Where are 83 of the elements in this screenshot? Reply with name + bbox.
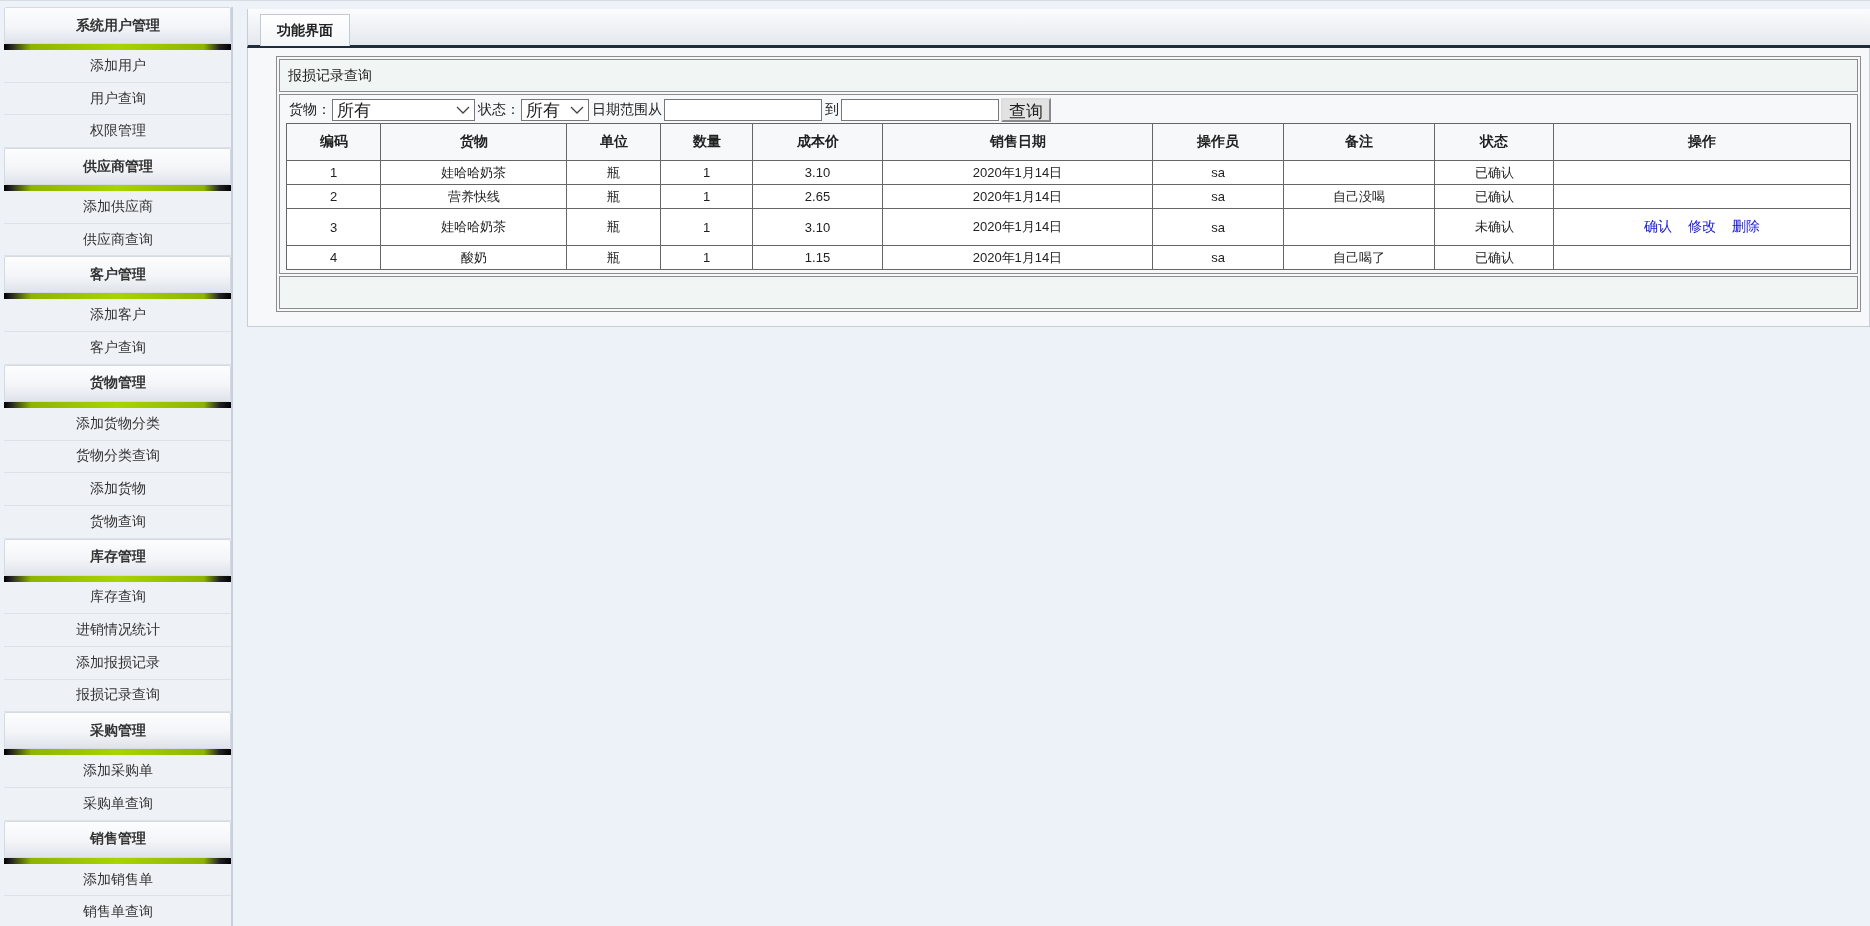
table-cell: 3.10 <box>752 208 883 246</box>
action-link[interactable]: 删除 <box>1732 218 1760 236</box>
filter-label: 货物： <box>289 101 331 119</box>
sidebar-item[interactable]: 货物查询 <box>4 505 231 539</box>
sidebar-section-header[interactable]: 库存管理 <box>4 538 231 576</box>
sidebar-item[interactable]: 销售单查询 <box>4 896 231 926</box>
table-cell: sa <box>1152 160 1284 185</box>
table-cell: 酸奶 <box>380 245 567 270</box>
sidebar-item[interactable]: 添加供应商 <box>4 191 231 224</box>
table-cell: 2 <box>286 184 381 209</box>
table-cell: 2020年1月14日 <box>882 208 1153 246</box>
table-cell: 娃哈哈奶茶 <box>380 208 567 246</box>
sidebar-section-header[interactable]: 销售管理 <box>4 820 231 858</box>
column-header: 数量 <box>660 123 753 161</box>
table-cell: 自己喝了 <box>1283 245 1435 270</box>
table-cell: 瓶 <box>566 160 661 185</box>
sidebar-item[interactable]: 客户查询 <box>4 332 231 365</box>
sidebar-section-header[interactable]: 采购管理 <box>4 712 231 750</box>
column-header: 销售日期 <box>882 123 1153 161</box>
column-header: 状态 <box>1434 123 1554 161</box>
action-link[interactable]: 确认 <box>1644 218 1672 236</box>
table-cell: 2020年1月14日 <box>882 184 1153 209</box>
table-cell: 4 <box>286 245 381 270</box>
panel-title: 报损记录查询 <box>279 59 1858 92</box>
sidebar-section-header[interactable]: 客户管理 <box>4 256 231 294</box>
sidebar-item[interactable]: 用户查询 <box>4 82 231 116</box>
table-cell: sa <box>1152 245 1284 270</box>
table-cell: 3.10 <box>752 160 883 185</box>
sidebar-item[interactable]: 库存查询 <box>4 581 231 615</box>
table-cell: sa <box>1152 208 1284 246</box>
sidebar-item[interactable]: 添加采购单 <box>4 755 231 788</box>
sidebar-item[interactable]: 添加客户 <box>4 299 231 333</box>
table-cell: 2020年1月14日 <box>882 160 1153 185</box>
date-input-field[interactable] <box>664 99 822 121</box>
filter-label: 日期范围从 <box>592 101 662 119</box>
sidebar-item[interactable]: 添加销售单 <box>4 863 231 897</box>
column-header: 货物 <box>380 123 567 161</box>
table-cell: 已确认 <box>1434 160 1554 185</box>
chevron-down-icon <box>456 106 470 114</box>
column-header: 备注 <box>1283 123 1435 161</box>
column-header: 操作员 <box>1152 123 1284 161</box>
table-cell: 瓶 <box>566 208 661 246</box>
sidebar-section-header[interactable]: 系统用户管理 <box>4 7 231 44</box>
table-cell: 1.15 <box>752 245 883 270</box>
table-cell: 已确认 <box>1434 245 1554 270</box>
sidebar-section-header[interactable]: 货物管理 <box>4 364 231 402</box>
tab[interactable]: 功能界面 <box>260 14 350 46</box>
sidebar-item[interactable]: 进销情况统计 <box>4 614 231 647</box>
table-cell: 1 <box>660 245 753 270</box>
sidebar-item[interactable]: 货物分类查询 <box>4 440 231 474</box>
column-header: 成本价 <box>752 123 883 161</box>
filter-select[interactable]: 所有 <box>332 99 475 121</box>
date-input-field[interactable] <box>841 99 999 121</box>
table-cell: sa <box>1152 184 1284 209</box>
column-header: 操作 <box>1553 123 1851 161</box>
sidebar-item[interactable]: 添加用户 <box>4 50 231 83</box>
table-cell: 1 <box>660 184 753 209</box>
column-header: 编码 <box>286 123 381 161</box>
filter-label: 状态： <box>478 101 520 119</box>
table-cell: 自己没喝 <box>1283 184 1435 209</box>
sidebar-section-header[interactable]: 供应商管理 <box>4 148 231 186</box>
table-cell: 1 <box>660 208 753 246</box>
table-cell: 瓶 <box>566 184 661 209</box>
table-cell: 3 <box>286 208 381 246</box>
table-cell: 2.65 <box>752 184 883 209</box>
filter-label: 到 <box>825 101 839 119</box>
chevron-down-icon <box>570 106 584 114</box>
search-button[interactable]: 查询 <box>1001 98 1051 122</box>
action-link[interactable]: 修改 <box>1688 218 1716 236</box>
sidebar-item[interactable]: 添加报损记录 <box>4 646 231 680</box>
table-cell: 瓶 <box>566 245 661 270</box>
table-cell: 1 <box>660 160 753 185</box>
table-cell: 营养快线 <box>380 184 567 209</box>
sidebar-item[interactable]: 采购单查询 <box>4 788 231 821</box>
column-header: 单位 <box>566 123 661 161</box>
table-cell: 2020年1月14日 <box>882 245 1153 270</box>
table-cell: 1 <box>286 160 381 185</box>
table-cell: 已确认 <box>1434 184 1554 209</box>
table-cell: 娃哈哈奶茶 <box>380 160 567 185</box>
sidebar-item[interactable]: 添加货物分类 <box>4 407 231 441</box>
filter-select[interactable]: 所有 <box>521 99 589 121</box>
sidebar-item[interactable]: 添加货物 <box>4 473 231 506</box>
table-cell: 未确认 <box>1434 208 1554 246</box>
